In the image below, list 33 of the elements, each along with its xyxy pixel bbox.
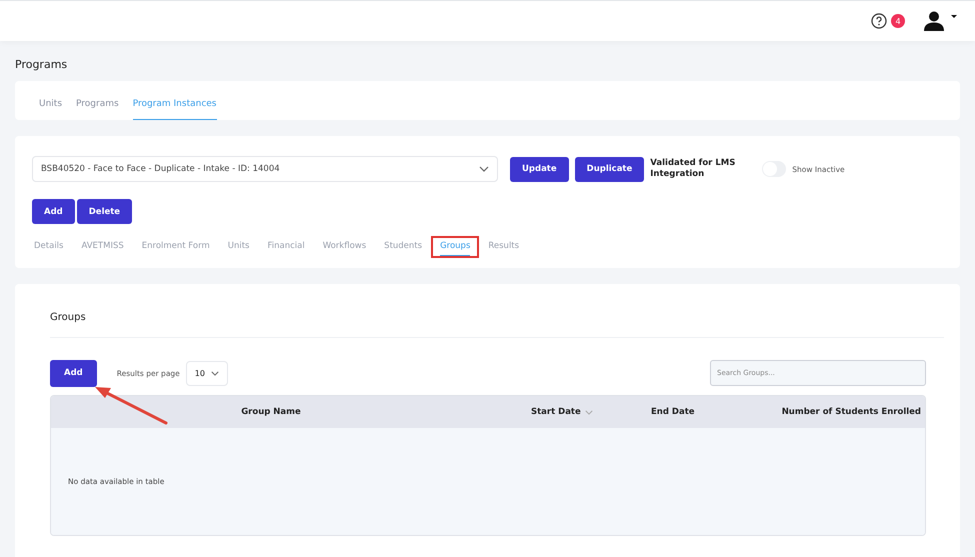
results-per-page-select[interactable]: 10 bbox=[186, 360, 228, 386]
tab[interactable]: Results bbox=[479, 236, 528, 258]
tab[interactable]: Program Instances bbox=[132, 99, 216, 120]
instance-select[interactable]: BSB40520 - Face to Face - Duplicate - Intake - ID: 14004 bbox=[32, 156, 498, 182]
tab[interactable]: Units bbox=[218, 236, 258, 258]
tab[interactable]: Details bbox=[32, 236, 72, 258]
action-button[interactable]: Add bbox=[32, 199, 75, 224]
tab[interactable]: Workflows bbox=[314, 236, 376, 258]
column-header[interactable]: Group Name bbox=[51, 407, 491, 417]
action-button[interactable]: Delete bbox=[76, 199, 132, 224]
column-header[interactable]: Number of Students Enrolled bbox=[726, 407, 925, 417]
column-header[interactable]: End Date bbox=[641, 407, 726, 417]
tab[interactable]: Enrolment Form bbox=[132, 236, 219, 258]
sort-icon bbox=[584, 410, 593, 414]
notification-count: 4 bbox=[891, 14, 905, 28]
tab[interactable]: Groups bbox=[431, 236, 480, 258]
chevron-down-icon bbox=[479, 166, 489, 172]
column-header[interactable]: Start Date bbox=[491, 407, 641, 417]
section-title: Groups bbox=[50, 284, 944, 338]
add-button[interactable]: Add bbox=[50, 360, 97, 386]
validated-label: Validated for LMS Integration bbox=[650, 158, 736, 180]
tab[interactable]: Students bbox=[375, 236, 432, 258]
tab[interactable]: Units bbox=[39, 99, 62, 120]
help-icon[interactable] bbox=[871, 13, 887, 29]
tab[interactable]: Financial bbox=[258, 236, 314, 258]
tab[interactable]: AVETMISS bbox=[72, 236, 133, 258]
page-title: Programs bbox=[15, 58, 68, 71]
action-button[interactable]: Update bbox=[510, 156, 569, 182]
tab[interactable]: Programs bbox=[76, 99, 119, 120]
chevron-down-icon bbox=[210, 370, 219, 376]
user-icon[interactable] bbox=[923, 11, 945, 31]
caret-icon[interactable] bbox=[951, 15, 957, 19]
action-button[interactable]: Duplicate bbox=[574, 156, 644, 182]
